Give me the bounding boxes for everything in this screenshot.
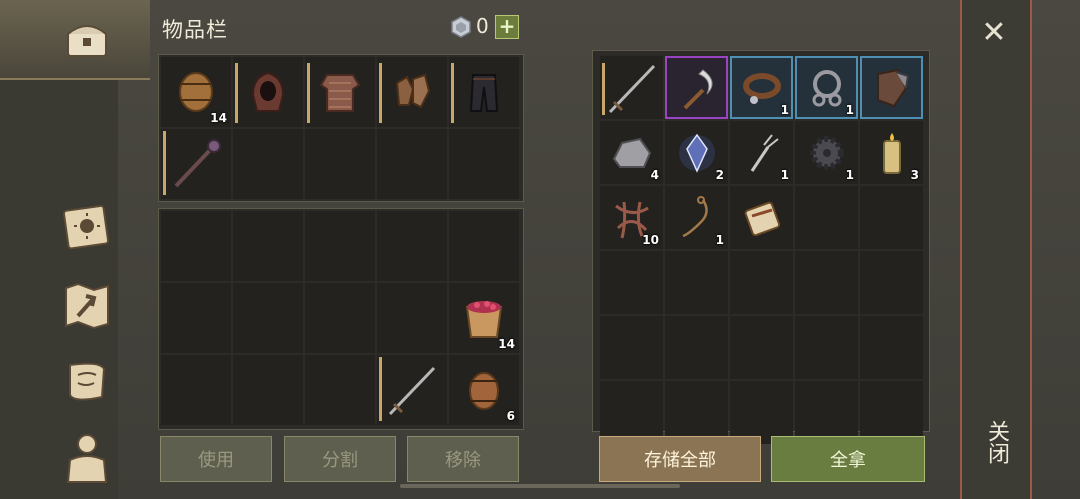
item-quantity: 1 [715,233,724,247]
equipment-slot[interactable] [377,57,447,127]
add-gems-button[interactable]: + [495,15,519,39]
item-quantity: 1 [780,103,789,117]
backpack-slot[interactable] [233,211,303,281]
backpack-grid: 14 6 [161,211,519,425]
storage-slot[interactable] [860,316,923,379]
close-label[interactable]: 关闭 [978,420,1012,464]
map-icon[interactable] [60,278,114,332]
chest-icon[interactable] [60,12,114,66]
equipment-slot[interactable] [233,57,303,127]
backpack-slot[interactable] [233,283,303,353]
equipment-slot[interactable] [377,129,447,199]
item-quantity: 3 [910,168,919,182]
store-all-button[interactable]: 存储全部 [599,436,761,482]
storage-slot[interactable] [795,316,858,379]
storage-slot[interactable] [795,251,858,314]
storage-slot[interactable]: 1 [795,56,858,119]
take-all-button[interactable]: 全拿 [771,436,925,482]
split-button[interactable]: 分割 [284,436,396,482]
storage-slot[interactable] [665,56,728,119]
backpack-slot[interactable] [449,211,519,281]
durability-bar [451,63,454,123]
backpack-slot[interactable] [233,355,303,425]
equipment-slot[interactable] [449,129,519,199]
storage-slot[interactable]: 10 [600,186,663,249]
backpack-slot[interactable]: 14 [449,283,519,353]
scrollbar[interactable] [400,484,680,488]
close-icon[interactable]: ✕ [978,18,1010,50]
durability-bar [379,63,382,123]
storage-slot[interactable] [600,381,663,444]
item-quantity: 6 [506,409,515,423]
durability-bar [379,357,382,421]
durability-bar [235,63,238,123]
storage-slot[interactable] [860,381,923,444]
storage-grid: 1 1 4 2 1 1 3 10 1 [600,56,923,444]
item-quantity: 2 [715,168,724,182]
equipment-slot[interactable] [161,129,231,199]
scroll-icon[interactable] [60,355,114,409]
storage-slot[interactable] [730,316,793,379]
backpack-slot[interactable] [161,355,231,425]
storage-slot[interactable]: 1 [730,56,793,119]
storage-slot[interactable]: 1 [730,121,793,184]
equipment-slot[interactable]: 14 [161,57,231,127]
use-button[interactable]: 使用 [160,436,272,482]
storage-slot[interactable] [600,56,663,119]
item-quantity: 1 [845,168,854,182]
item-quantity: 1 [780,168,789,182]
equipment-slot[interactable] [233,129,303,199]
durability-bar [307,63,310,123]
storage-slot[interactable] [600,316,663,379]
storage-slot[interactable] [795,381,858,444]
backpack-slot[interactable] [305,355,375,425]
backpack-slot[interactable] [377,355,447,425]
durability-bar [163,131,166,195]
page-title: 物品栏 [162,18,228,42]
gem-icon [451,16,471,38]
equipment-slot[interactable] [449,57,519,127]
storage-slot[interactable] [795,186,858,249]
storage-slot[interactable] [730,251,793,314]
storage-slot[interactable] [665,381,728,444]
storage-slot[interactable] [860,251,923,314]
backpack-slot[interactable] [305,211,375,281]
storage-slot[interactable]: 1 [795,121,858,184]
storage-slot[interactable] [860,186,923,249]
equipment-grid: 14 [161,57,519,199]
item-quantity: 4 [650,168,659,182]
item-quantity: 10 [642,233,659,247]
backpack-slot[interactable] [305,283,375,353]
character-icon[interactable] [60,430,114,484]
item-quantity: 14 [498,337,515,351]
storage-slot[interactable]: 2 [665,121,728,184]
storage-slot[interactable] [730,381,793,444]
remove-button[interactable]: 移除 [407,436,519,482]
equipment-slot[interactable] [305,129,375,199]
storage-slot[interactable] [665,316,728,379]
storage-slot[interactable]: 4 [600,121,663,184]
gem-count: 0 [476,14,489,38]
storage-slot[interactable]: 1 [665,186,728,249]
storage-slot[interactable]: 3 [860,121,923,184]
journal-icon[interactable] [60,200,114,254]
backpack-slot[interactable]: 6 [449,355,519,425]
item-quantity: 1 [845,103,854,117]
backpack-slot[interactable] [161,283,231,353]
backpack-slot[interactable] [377,211,447,281]
storage-slot[interactable] [665,251,728,314]
storage-slot[interactable] [600,251,663,314]
storage-slot[interactable] [860,56,923,119]
backpack-slot[interactable] [377,283,447,353]
backpack-slot[interactable] [161,211,231,281]
equipment-slot[interactable] [305,57,375,127]
storage-slot[interactable] [730,186,793,249]
durability-bar [602,63,605,115]
item-quantity: 14 [210,111,227,125]
